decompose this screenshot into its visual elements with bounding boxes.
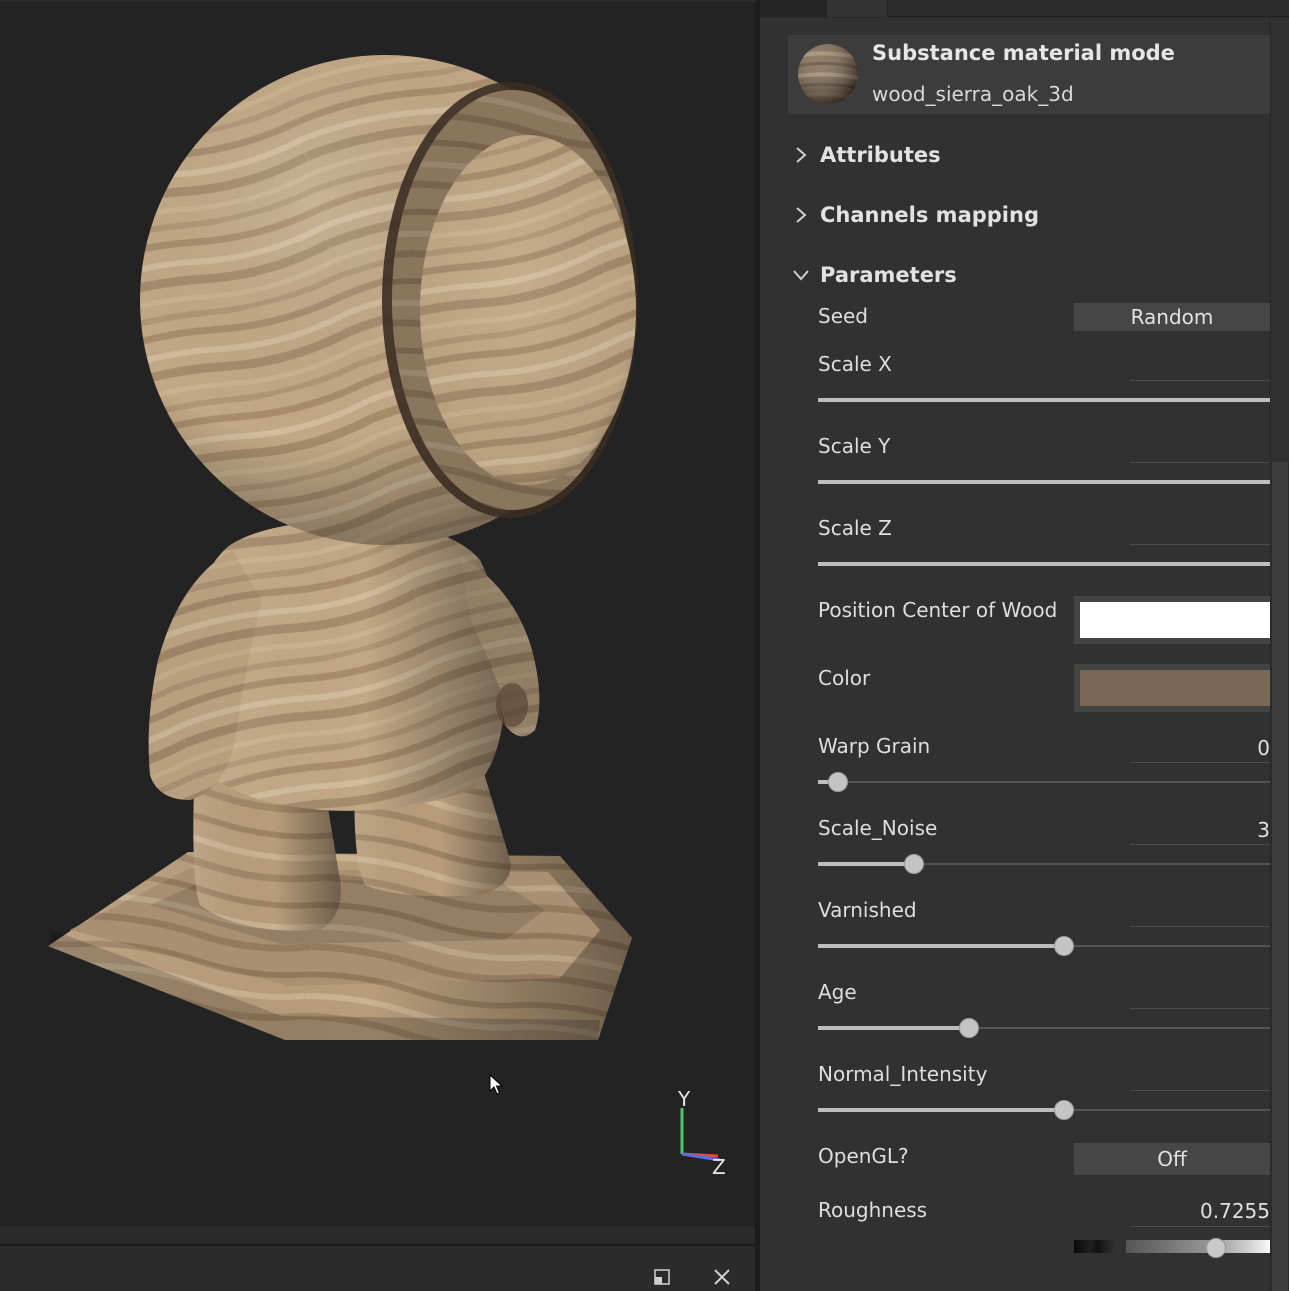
slider-fill <box>818 944 1065 948</box>
varnished-slider[interactable] <box>818 936 1270 956</box>
bottom-dock-panel <box>0 1246 755 1291</box>
position-center-color-field[interactable] <box>1074 596 1270 644</box>
position-center-swatch <box>1080 602 1270 638</box>
warp-grain-field-underline <box>1130 762 1270 763</box>
slider-knob[interactable] <box>1054 1100 1075 1120</box>
slider-fill <box>818 562 1270 566</box>
3d-viewport[interactable]: Y Z <box>0 0 755 1226</box>
close-button[interactable] <box>711 1266 733 1288</box>
chevron-down-icon <box>790 264 812 286</box>
axis-y-label: Y <box>677 1087 691 1111</box>
material-header: Substance material mode wood_sierra_oak_… <box>788 35 1270 114</box>
scale-noise-slider[interactable] <box>818 854 1270 874</box>
scale-noise-label: Scale_Noise <box>818 816 938 840</box>
color-swatch <box>1080 670 1270 706</box>
color-label: Color <box>818 666 871 690</box>
scale-x-field-underline <box>1130 380 1270 381</box>
scale-y-field-underline <box>1130 462 1270 463</box>
scale-y-label: Scale Y <box>818 434 891 458</box>
slider-knob[interactable] <box>958 1018 979 1038</box>
scrollbar-upper-area <box>1271 18 1289 462</box>
section-channels-mapping[interactable]: Channels mapping <box>790 200 1039 230</box>
normal-intensity-label: Normal_Intensity <box>818 1062 988 1086</box>
section-channels-label: Channels mapping <box>820 203 1039 227</box>
color-field[interactable] <box>1074 664 1270 712</box>
position-center-label: Position Center of Wood <box>818 598 1058 622</box>
axis-gizmo-icon: Y Z <box>677 1087 726 1179</box>
age-slider[interactable] <box>818 1018 1270 1038</box>
roughness-ramp-dark <box>1074 1240 1114 1253</box>
scale-y-slider[interactable] <box>818 472 1270 492</box>
slider-knob[interactable] <box>1054 936 1075 956</box>
warp-grain-value[interactable]: 0 <box>1257 736 1270 760</box>
slider-fill <box>818 1026 969 1030</box>
normal-intensity-slider[interactable] <box>818 1100 1270 1120</box>
scale-x-slider[interactable] <box>818 390 1270 410</box>
scale-noise-value[interactable]: 3 <box>1257 818 1270 842</box>
warp-grain-slider[interactable] <box>818 772 1270 792</box>
slider-fill <box>818 398 1270 402</box>
scale-noise-field-underline <box>1130 844 1270 845</box>
roughness-gradient-slider[interactable] <box>1074 1238 1270 1258</box>
slider-fill <box>818 862 914 866</box>
section-attributes[interactable]: Attributes <box>790 140 941 170</box>
panel-tab-1[interactable] <box>760 0 826 17</box>
section-attributes-label: Attributes <box>820 143 941 167</box>
seed-random-button[interactable]: Random <box>1074 303 1270 331</box>
varnished-field-underline <box>1130 926 1270 927</box>
mouse-cursor-icon <box>489 1074 503 1095</box>
scrollbar-thumb[interactable] <box>1272 462 1288 1291</box>
seed-label: Seed <box>818 304 868 328</box>
slider-fill <box>818 1108 1065 1112</box>
close-icon <box>714 1269 730 1285</box>
roughness-value[interactable]: 0.7255 <box>1200 1199 1270 1223</box>
maximize-button[interactable] <box>651 1266 673 1288</box>
slider-knob[interactable] <box>1206 1238 1226 1258</box>
material-mode-title: Substance material mode <box>872 41 1175 65</box>
roughness-field-underline <box>1130 1226 1270 1227</box>
scale-x-label: Scale X <box>818 352 892 376</box>
slider-track <box>818 781 1270 783</box>
slider-knob[interactable] <box>827 772 848 792</box>
scale-z-slider[interactable] <box>818 554 1270 574</box>
normal-intensity-field-underline <box>1130 1090 1270 1091</box>
age-field-underline <box>1130 1008 1270 1009</box>
section-parameters[interactable]: Parameters <box>790 260 957 290</box>
section-parameters-label: Parameters <box>820 263 957 287</box>
panel-tab-bar-empty <box>888 0 1289 17</box>
slider-knob[interactable] <box>903 854 924 874</box>
axis-z-label: Z <box>712 1155 726 1179</box>
viewport-bottom-bar <box>0 1226 755 1246</box>
opengl-toggle-button[interactable]: Off <box>1074 1143 1270 1175</box>
panel-tab-bar <box>760 0 1289 18</box>
varnished-label: Varnished <box>818 898 917 922</box>
roughness-ramp-light <box>1126 1240 1270 1253</box>
panel-tab-2[interactable] <box>826 0 888 17</box>
chevron-right-icon <box>790 144 812 166</box>
material-preview-model <box>48 55 638 1040</box>
properties-panel: Substance material mode wood_sierra_oak_… <box>760 0 1289 1291</box>
material-name: wood_sierra_oak_3d <box>872 82 1074 106</box>
slider-fill <box>818 480 1270 484</box>
opengl-label: OpenGL? <box>818 1144 909 1168</box>
warp-grain-label: Warp Grain <box>818 734 931 758</box>
scale-z-field-underline <box>1130 544 1270 545</box>
material-thumbnail <box>798 44 858 104</box>
age-label: Age <box>818 980 857 1004</box>
scale-z-label: Scale Z <box>818 516 892 540</box>
roughness-label: Roughness <box>818 1198 928 1222</box>
chevron-right-icon <box>790 204 812 226</box>
maximize-icon <box>654 1269 670 1285</box>
